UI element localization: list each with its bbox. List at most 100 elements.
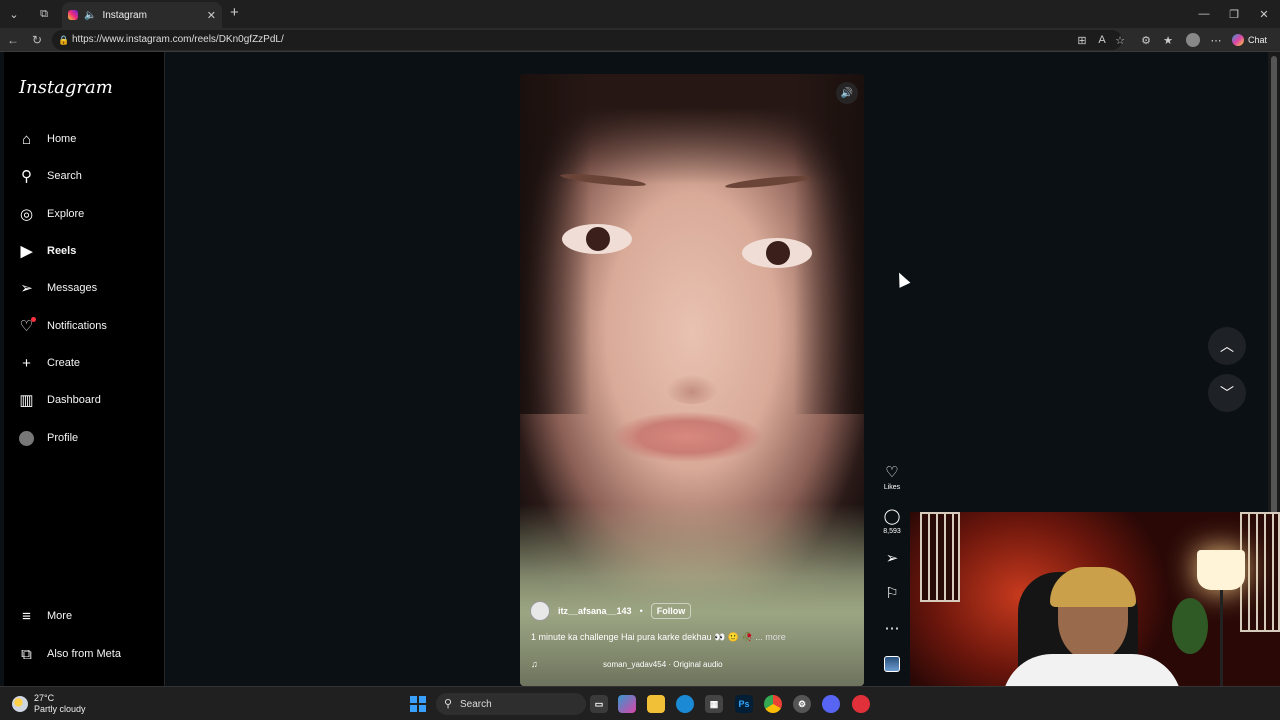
workspaces-icon[interactable]: ⧉ xyxy=(34,4,54,24)
share-button[interactable]: ➢ xyxy=(876,550,908,568)
speaker-icon[interactable]: 🔈 xyxy=(84,10,96,21)
task-view-icon[interactable]: ▭ xyxy=(590,695,608,713)
sidebar-item-reels[interactable]: ▶ Reels xyxy=(18,239,77,263)
next-reel-button[interactable]: ﹀ xyxy=(1208,374,1246,412)
new-tab-button[interactable]: + xyxy=(230,4,244,24)
reel-video[interactable]: 🔊 itz__afsana__143 • Follow 1 minute ka … xyxy=(520,74,864,686)
favorite-star-icon[interactable]: ☆ xyxy=(1112,32,1128,48)
minimize-button[interactable]: — xyxy=(1194,4,1214,24)
profile-avatar xyxy=(18,430,35,447)
audio-thumbnail[interactable] xyxy=(884,656,900,672)
author-avatar[interactable] xyxy=(530,601,550,621)
start-button[interactable] xyxy=(410,696,426,712)
read-aloud-icon[interactable]: A xyxy=(1094,32,1110,48)
like-button[interactable]: ♡ Likes xyxy=(876,464,908,491)
separator-dot: • xyxy=(639,606,643,616)
close-tab-icon[interactable]: ✕ xyxy=(207,9,216,22)
copilot-icon xyxy=(1232,34,1244,46)
sidebar-item-home[interactable]: ⌂ Home xyxy=(18,127,76,151)
tab-title: Instagram xyxy=(102,9,147,21)
video-frame-detail xyxy=(666,374,718,404)
temperature: 27°C xyxy=(34,693,55,703)
instagram-logo[interactable]: Instagram xyxy=(19,77,113,98)
save-button[interactable]: ⚐ xyxy=(876,585,908,603)
sidebar-item-profile[interactable]: Profile xyxy=(18,426,78,450)
weather-text: 27°C Partly cloudy xyxy=(34,693,86,715)
heart-icon: ♡ xyxy=(18,316,36,335)
app-available-icon[interactable]: ⊞ xyxy=(1074,32,1090,48)
author-username[interactable]: itz__afsana__143 xyxy=(558,606,632,616)
sidebar-item-notifications[interactable]: ♡ Notifications xyxy=(18,314,107,338)
webcam-scene-detail xyxy=(1197,550,1245,590)
notification-dot xyxy=(31,316,36,322)
sidebar-item-label: More xyxy=(47,610,73,622)
sidebar-item-search[interactable]: ⚲ Search xyxy=(18,164,82,188)
previous-reel-button[interactable]: ︿ xyxy=(1208,327,1246,365)
back-icon[interactable]: ← xyxy=(4,31,22,49)
more-options-icon[interactable]: ⋯ xyxy=(1208,32,1224,48)
compass-icon: ◎ xyxy=(19,206,34,223)
chevron-down-icon: ﹀ xyxy=(1220,385,1234,401)
weather-condition: Partly cloudy xyxy=(34,704,86,714)
reel-audio[interactable]: ♫ soman_yadav454 · Original audio xyxy=(531,656,801,672)
meta-apps-icon: ⧉ xyxy=(21,645,32,663)
reels-icon: ▶ xyxy=(20,243,33,260)
speaker-icon: 🔊 xyxy=(840,87,854,99)
tab-instagram[interactable]: 🔈 Instagram ✕ xyxy=(62,2,222,28)
address-bar-row: ← ↻ 🔒 https://www.instagram.com/reels/DK… xyxy=(0,28,1280,52)
close-window-button[interactable]: ✕ xyxy=(1254,4,1274,24)
sidebar: Instagram ⌂ Home ⚲ Search ◎ Explore ▶ Re… xyxy=(4,52,165,686)
taskbar-search[interactable]: ⚲ Search xyxy=(436,693,586,715)
restore-button[interactable]: ❐ xyxy=(1224,4,1244,24)
sidebar-item-label: Create xyxy=(47,357,81,369)
copilot-app-icon[interactable] xyxy=(618,695,636,713)
copilot-chat-button[interactable]: Chat xyxy=(1232,31,1276,49)
sidebar-item-label: Dashboard xyxy=(47,394,101,406)
url-field[interactable]: 🔒 https://www.instagram.com/reels/DKn0gf… xyxy=(52,30,1122,50)
tab-actions-chevron-icon[interactable]: ⌄ xyxy=(4,4,24,24)
sidebar-item-label: Search xyxy=(47,170,82,182)
video-frame-detail xyxy=(562,224,632,254)
photoshop-icon[interactable]: Ps xyxy=(735,695,753,713)
webcam-scene-detail xyxy=(1172,598,1208,654)
url-text: https://www.instagram.com/reels/DKn0gfZz… xyxy=(72,34,284,45)
sidebar-item-label: Messages xyxy=(47,282,98,294)
sidebar-item-create[interactable]: + Create xyxy=(18,351,80,375)
file-explorer-icon[interactable] xyxy=(647,695,665,713)
windows-taskbar: 27°C Partly cloudy ⚲ Search ▭ ▦ Ps ⚙ xyxy=(0,686,1280,720)
sidebar-item-dashboard[interactable]: ▥ Dashboard xyxy=(18,388,101,412)
sidebar-item-messages[interactable]: ➢ Messages xyxy=(18,276,97,300)
chevron-up-icon: ︿ xyxy=(1220,338,1234,354)
likes-label: Likes xyxy=(883,484,901,491)
send-icon: ➢ xyxy=(885,550,899,567)
chrome-icon[interactable] xyxy=(764,695,782,713)
sidebar-item-explore[interactable]: ◎ Explore xyxy=(18,202,84,226)
weather-widget[interactable]: 27°C Partly cloudy xyxy=(12,693,86,715)
creative-cloud-icon[interactable] xyxy=(852,695,870,713)
caption-more-link[interactable]: ... more xyxy=(755,632,786,642)
settings-gear-icon[interactable]: ⚙ xyxy=(793,695,811,713)
profile-avatar[interactable] xyxy=(1186,33,1200,47)
instagram-favicon-icon xyxy=(68,10,78,20)
edge-browser-icon[interactable] xyxy=(676,695,694,713)
mute-toggle-button[interactable]: 🔊 xyxy=(836,82,858,104)
sidebar-item-label: Notifications xyxy=(47,320,107,332)
music-note-icon: ♫ xyxy=(531,659,538,669)
favorites-icon[interactable]: ★ xyxy=(1160,32,1176,48)
comment-button[interactable]: ◯ 8,593 xyxy=(876,508,908,535)
follow-button[interactable]: Follow xyxy=(650,603,692,619)
sidebar-item-more[interactable]: ≡ More xyxy=(18,604,72,628)
more-options-button[interactable]: ⋯ xyxy=(876,620,908,638)
microsoft-store-icon[interactable]: ▦ xyxy=(705,695,723,713)
refresh-icon[interactable]: ↻ xyxy=(28,31,46,49)
bookmark-icon: ⚐ xyxy=(885,585,899,602)
discord-icon[interactable] xyxy=(822,695,840,713)
extensions-icon[interactable]: ⚙ xyxy=(1138,32,1154,48)
video-frame-detail xyxy=(612,412,762,462)
chat-label: Chat xyxy=(1248,35,1268,45)
lock-icon[interactable]: 🔒 xyxy=(58,30,69,50)
comment-bubble-icon: ◯ xyxy=(883,508,901,525)
ellipsis-icon: ⋯ xyxy=(884,620,900,637)
plus-icon: + xyxy=(22,354,31,372)
sidebar-item-also-from-meta[interactable]: ⧉ Also from Meta xyxy=(18,642,121,666)
